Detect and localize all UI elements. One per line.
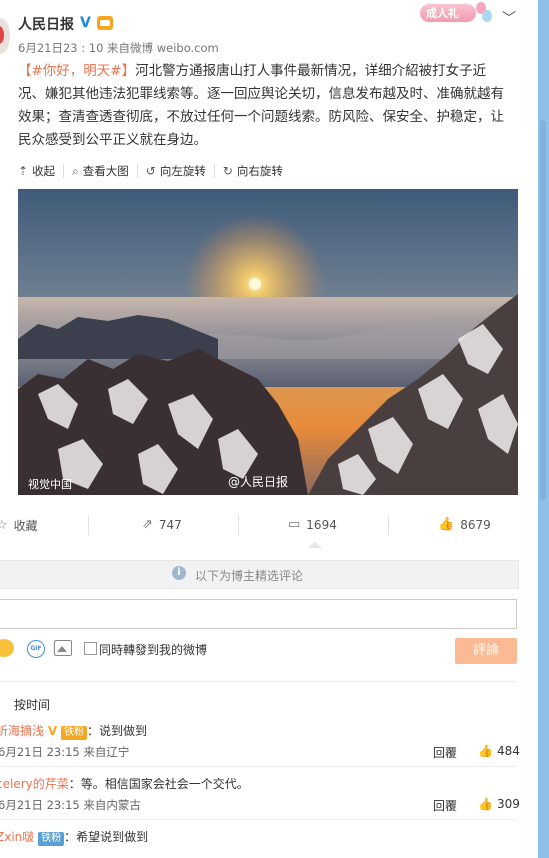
- comment-like-button[interactable]: 👍 309: [478, 797, 520, 811]
- favorite-button[interactable]: ☆ 收藏: [0, 517, 38, 534]
- comment-text: ：希望说到做到: [64, 830, 149, 844]
- comment-time: 6月21日 23:15 来自辽宁: [0, 745, 130, 759]
- comment-icon: ▭: [288, 517, 301, 532]
- post-text: 【#你好，明天#】河北警方通报唐山打人事件最新情况，详细介紹被打女子近况、嫌犯其…: [18, 60, 508, 152]
- gif-icon[interactable]: GIF: [27, 640, 45, 658]
- avatar[interactable]: [0, 18, 10, 54]
- comment-time: 6月21日 23:15 来自内蒙古: [0, 798, 141, 812]
- star-icon: ☆: [0, 518, 8, 533]
- balloon-icon: [482, 10, 492, 22]
- featured-comments-notice: i 以下为博主精选评论: [0, 560, 519, 589]
- image-upload-icon[interactable]: [54, 640, 72, 656]
- fan-badge: 铁粉: [38, 832, 65, 846]
- collapse-button[interactable]: ⇡ 收起: [18, 164, 65, 178]
- view-large-button[interactable]: ⌕ 查看大图: [64, 164, 138, 178]
- reply-button[interactable]: 回覆: [433, 797, 457, 814]
- search-icon: ⌕: [72, 163, 79, 178]
- repost-button[interactable]: ⇗ 747: [142, 517, 182, 532]
- like-button[interactable]: 👍 8679: [438, 517, 491, 532]
- divider: [0, 766, 517, 767]
- member-crown-icon[interactable]: [97, 16, 113, 30]
- post-comment-button[interactable]: 評論: [455, 638, 517, 664]
- comment-text: ：说到做到: [86, 724, 147, 738]
- verified-icon: V: [47, 724, 58, 738]
- post-photo[interactable]: 视觉中国 @人民日报: [18, 189, 518, 495]
- topic-tag[interactable]: 【#你好，明天#】: [18, 63, 135, 79]
- sync-repost-label[interactable]: 同時轉發到我的微博: [99, 641, 207, 658]
- fan-badge: 铁粉: [60, 726, 87, 740]
- adult-ceremony-badge: 成人礼: [420, 2, 492, 24]
- info-icon: i: [172, 566, 186, 580]
- chevron-down-icon[interactable]: ﹀: [502, 8, 516, 28]
- verified-icon: V: [80, 15, 91, 31]
- image-toolbar: ⇡ 收起 ⌕ 查看大图 ↺ 向左旋转 ↻ 向右旋转: [18, 164, 291, 178]
- rotate-left-button[interactable]: ↺ 向左旋转: [138, 164, 215, 178]
- sort-by-time[interactable]: 按时间: [14, 696, 50, 713]
- post-meta[interactable]: 6月21日23 : 10 来自微博 weibo.com: [18, 40, 219, 56]
- sunrise-sea-of-clouds-image: [18, 189, 518, 495]
- comment-text: ：等。相信国家会社会一个交代。: [68, 777, 249, 791]
- divider: [0, 819, 517, 820]
- thumbs-up-icon: 👍: [478, 797, 493, 811]
- comment-pointer: [308, 541, 322, 548]
- thumbs-up-icon: 👍: [438, 517, 455, 532]
- comment-author[interactable]: 听海摘浅: [0, 724, 44, 738]
- username[interactable]: 人民日报: [18, 14, 74, 34]
- rotate-right-button[interactable]: ↻ 向右旋转: [215, 164, 291, 178]
- photo-watermark-center: @人民日报: [228, 475, 289, 489]
- sync-repost-checkbox[interactable]: [84, 642, 97, 655]
- comment-input[interactable]: [0, 599, 517, 629]
- arrow-up-icon: ⇡: [18, 164, 29, 178]
- weibo-post-card: 人民日报 V 6月21日23 : 10 来自微博 weibo.com 成人礼 ﹀…: [0, 0, 538, 858]
- reply-button[interactable]: 回覆: [433, 744, 457, 761]
- divider: [0, 681, 517, 682]
- comment-like-button[interactable]: 👍 484: [478, 744, 520, 758]
- emoji-icon[interactable]: [0, 639, 14, 657]
- thumbs-up-icon: 👍: [478, 744, 493, 758]
- photo-watermark-left: 视觉中国: [28, 478, 72, 491]
- scrollbar[interactable]: [538, 0, 549, 858]
- comment-author[interactable]: celery的芹菜: [0, 777, 69, 791]
- repost-icon: ⇗: [142, 517, 153, 532]
- scrollbar-thumb[interactable]: [540, 120, 546, 500]
- rotate-left-icon: ↺: [145, 164, 156, 178]
- adult-badge-text: 成人礼: [426, 7, 459, 20]
- post-action-bar: ☆ 收藏 ⇗ 747 ▭ 1694 👍 8679: [0, 509, 538, 539]
- rotate-right-icon: ↻: [222, 164, 233, 178]
- comment-author[interactable]: Zxin啵: [0, 830, 34, 844]
- comment-button[interactable]: ▭ 1694: [288, 517, 337, 532]
